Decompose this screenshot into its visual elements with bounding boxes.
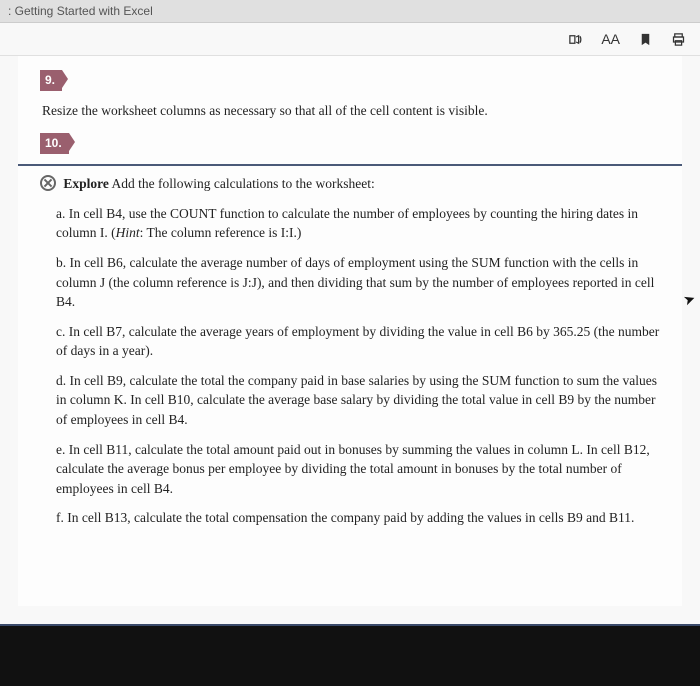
reader-toolbar: AA bbox=[0, 23, 700, 56]
step-10: 10. Explore Add the following calculatio… bbox=[40, 133, 660, 528]
sub-steps-list: a. In cell B4, use the COUNT function to… bbox=[56, 204, 660, 528]
sub-item-e: e. In cell B11, calculate the total amou… bbox=[56, 440, 660, 499]
sub-text: In cell B9, calculate the total the comp… bbox=[56, 373, 657, 427]
footer-bar bbox=[0, 624, 700, 686]
explore-line: Explore Add the following calculations t… bbox=[40, 174, 660, 194]
sub-item-d: d. In cell B9, calculate the total the c… bbox=[56, 371, 660, 430]
explore-label: Explore bbox=[63, 176, 109, 191]
sub-item-c: c. In cell B7, calculate the average yea… bbox=[56, 322, 660, 361]
hint-rest: : The column reference is I:I.) bbox=[140, 225, 302, 240]
sub-text: In cell B6, calculate the average number… bbox=[56, 255, 654, 309]
step-number-badge: 9. bbox=[40, 70, 62, 91]
sub-letter: b. bbox=[56, 255, 66, 270]
page: 9. Resize the worksheet columns as neces… bbox=[18, 56, 682, 606]
sub-item-a: a. In cell B4, use the COUNT function to… bbox=[56, 204, 660, 243]
step-9-text: Resize the worksheet columns as necessar… bbox=[42, 101, 660, 121]
window-title: : Getting Started with Excel bbox=[8, 4, 153, 18]
sub-letter: a. bbox=[56, 206, 65, 221]
window-title-bar: : Getting Started with Excel bbox=[0, 0, 700, 23]
immersive-reader-icon[interactable] bbox=[568, 32, 583, 47]
step-number-badge: 10. bbox=[40, 133, 69, 154]
sub-text: In cell B11, calculate the total amount … bbox=[56, 442, 650, 496]
step-9: 9. Resize the worksheet columns as neces… bbox=[40, 70, 660, 121]
sub-letter: d. bbox=[56, 373, 66, 388]
explore-icon bbox=[40, 175, 56, 191]
sub-text: In cell B13, calculate the total compens… bbox=[64, 510, 634, 525]
sub-item-b: b. In cell B6, calculate the average num… bbox=[56, 253, 660, 312]
sub-item-f: f. In cell B13, calculate the total comp… bbox=[56, 508, 660, 528]
bookmark-icon[interactable] bbox=[638, 32, 653, 47]
hint-label: Hint bbox=[116, 225, 140, 240]
print-icon[interactable] bbox=[671, 32, 686, 47]
sub-letter: c. bbox=[56, 324, 65, 339]
sub-letter: f. bbox=[56, 510, 64, 525]
section-separator bbox=[18, 164, 682, 166]
explore-intro: Add the following calculations to the wo… bbox=[109, 176, 375, 191]
sub-text: In cell B7, calculate the average years … bbox=[56, 324, 659, 359]
sub-letter: e. bbox=[56, 442, 65, 457]
text-size-button[interactable]: AA bbox=[601, 31, 620, 47]
content-area: 9. Resize the worksheet columns as neces… bbox=[0, 56, 700, 624]
